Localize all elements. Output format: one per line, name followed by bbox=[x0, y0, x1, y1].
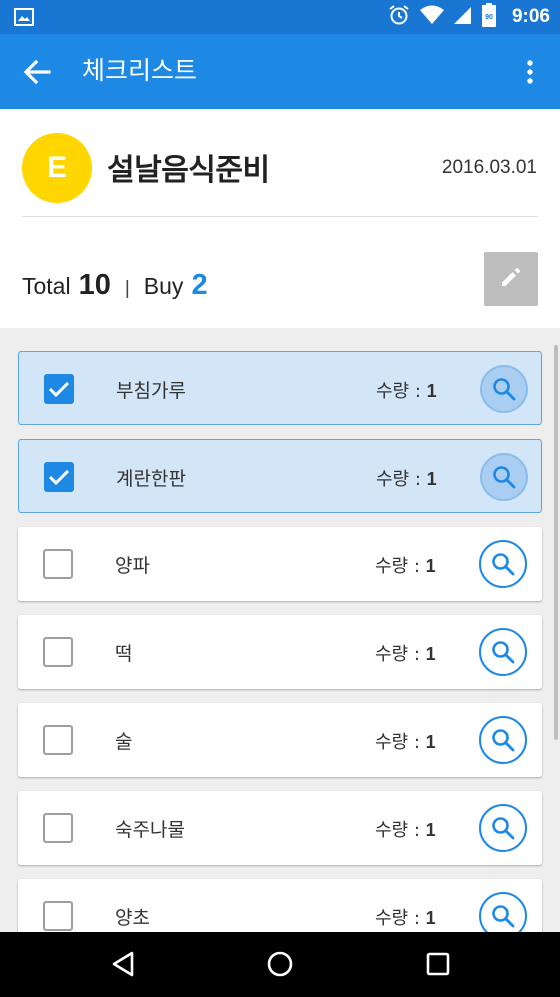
item-search-button[interactable] bbox=[480, 365, 528, 413]
item-checkbox[interactable] bbox=[43, 725, 73, 755]
item-checkbox[interactable] bbox=[44, 374, 74, 404]
search-icon bbox=[492, 641, 515, 664]
item-search-button[interactable] bbox=[479, 716, 527, 764]
battery-icon: 90 bbox=[481, 3, 496, 31]
checklist-title: 설날음식준비 bbox=[107, 153, 270, 188]
item-checkbox[interactable] bbox=[44, 462, 74, 492]
avatar: E bbox=[22, 133, 92, 203]
item-search-button[interactable] bbox=[479, 892, 527, 932]
item-name: 양초 bbox=[115, 907, 150, 929]
item-name: 부침가루 bbox=[116, 380, 186, 402]
item-checkbox[interactable] bbox=[43, 901, 73, 931]
nav-recents-icon[interactable] bbox=[425, 950, 451, 982]
search-icon bbox=[492, 729, 515, 752]
item-quantity: 수량 : 1 bbox=[375, 820, 436, 841]
item-search-button[interactable] bbox=[479, 540, 527, 588]
signal-icon bbox=[453, 5, 472, 29]
item-quantity: 수량 : 1 bbox=[375, 732, 436, 753]
svg-text:90: 90 bbox=[485, 14, 493, 21]
total-label: Total bbox=[22, 273, 71, 299]
list-item[interactable]: 숙주나물 수량 : 1 bbox=[18, 791, 542, 865]
checklist-header: E 설날음식준비 2016.03.01 Total 10 | Buy 2 bbox=[0, 109, 560, 328]
toolbar-title: 체크리스트 bbox=[82, 56, 198, 85]
search-icon bbox=[492, 817, 515, 840]
nav-home-icon[interactable] bbox=[266, 950, 294, 982]
list-item[interactable]: 양파 수량 : 1 bbox=[18, 527, 542, 601]
edit-button[interactable] bbox=[484, 252, 538, 306]
list-item[interactable]: 계란한판 수량 : 1 bbox=[18, 439, 542, 513]
status-time: 9:06 bbox=[511, 6, 550, 27]
item-checkbox[interactable] bbox=[43, 813, 73, 843]
item-quantity: 수량 : 1 bbox=[375, 556, 436, 577]
search-icon bbox=[492, 905, 515, 928]
wifi-icon bbox=[419, 5, 444, 29]
check-icon bbox=[48, 469, 70, 486]
item-name: 계란한판 bbox=[116, 468, 186, 490]
summary: Total 10 | Buy 2 bbox=[22, 269, 208, 302]
item-name: 술 bbox=[115, 731, 133, 753]
buy-count: 2 bbox=[191, 269, 208, 301]
arrow-back-icon[interactable] bbox=[22, 58, 52, 86]
search-icon bbox=[493, 466, 516, 489]
check-icon bbox=[48, 381, 70, 398]
item-checkbox[interactable] bbox=[43, 549, 73, 579]
item-quantity: 수량 : 1 bbox=[375, 908, 436, 929]
list-item[interactable]: 떡 수량 : 1 bbox=[18, 615, 542, 689]
search-icon bbox=[492, 553, 515, 576]
item-quantity: 수량 : 1 bbox=[376, 381, 437, 402]
list-item[interactable]: 술 수량 : 1 bbox=[18, 703, 542, 777]
item-search-button[interactable] bbox=[479, 628, 527, 676]
status-bar: 90 9:06 bbox=[0, 0, 560, 34]
nav-back-icon[interactable] bbox=[110, 950, 136, 982]
list-item[interactable]: 부침가루 수량 : 1 bbox=[18, 351, 542, 425]
more-vert-icon[interactable] bbox=[518, 58, 542, 86]
list-scrollbar[interactable] bbox=[554, 345, 558, 740]
item-quantity: 수량 : 1 bbox=[376, 469, 437, 490]
item-quantity: 수량 : 1 bbox=[375, 644, 436, 665]
buy-label: Buy bbox=[143, 273, 184, 299]
list-item[interactable]: 양초 수량 : 1 bbox=[18, 879, 542, 932]
search-icon bbox=[493, 378, 516, 401]
item-checkbox[interactable] bbox=[43, 637, 73, 667]
item-list[interactable]: 부침가루 수량 : 1 계란한판 수량 : 1 양파 수량 : 1 떡 수량 :… bbox=[0, 328, 560, 932]
total-count: 10 bbox=[78, 269, 111, 301]
item-search-button[interactable] bbox=[480, 453, 528, 501]
system-nav-bar bbox=[0, 932, 560, 997]
item-name: 떡 bbox=[115, 643, 133, 665]
pencil-icon bbox=[499, 265, 523, 293]
summary-separator: | bbox=[124, 278, 130, 299]
checklist-date: 2016.03.01 bbox=[441, 157, 537, 178]
image-icon bbox=[14, 8, 34, 30]
item-search-button[interactable] bbox=[479, 804, 527, 852]
item-name: 숙주나물 bbox=[115, 819, 185, 841]
alarm-icon bbox=[388, 4, 410, 30]
app-toolbar: 체크리스트 bbox=[0, 34, 560, 109]
divider bbox=[22, 216, 538, 217]
item-name: 양파 bbox=[115, 555, 150, 577]
